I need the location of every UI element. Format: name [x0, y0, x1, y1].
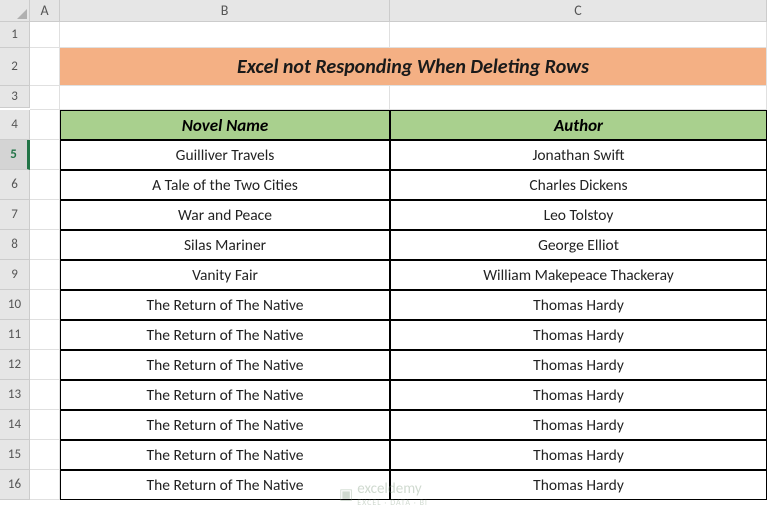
cell-a1[interactable]	[30, 22, 60, 48]
cell-b1[interactable]	[60, 22, 390, 48]
cell-a3[interactable]	[30, 86, 60, 110]
row-header-3[interactable]: 3	[0, 86, 30, 108]
cell-a8[interactable]	[30, 230, 60, 260]
table-cell-author[interactable]: Jonathan Swift	[390, 140, 767, 170]
row-header-5[interactable]: 5	[0, 140, 30, 170]
table-cell-novel[interactable]: The Return of The Native	[60, 350, 390, 380]
table-cell-author[interactable]: George Elliot	[390, 230, 767, 260]
table-cell-author[interactable]: Leo Tolstoy	[390, 200, 767, 230]
row-header-4[interactable]: 4	[0, 110, 30, 140]
cell-a2[interactable]	[30, 48, 60, 86]
table-cell-novel[interactable]: The Return of The Native	[60, 440, 390, 470]
cell-a11[interactable]	[30, 320, 60, 350]
row-header-2[interactable]: 2	[0, 48, 30, 86]
table-cell-novel[interactable]: Silas Mariner	[60, 230, 390, 260]
table-cell-novel[interactable]: Vanity Fair	[60, 260, 390, 290]
col-header-a[interactable]: A	[30, 0, 60, 22]
table-cell-author[interactable]: William Makepeace Thackeray	[390, 260, 767, 290]
row-header-11[interactable]: 11	[0, 320, 30, 350]
row-header-15[interactable]: 15	[0, 440, 30, 470]
table-cell-author[interactable]: Charles Dickens	[390, 170, 767, 200]
table-cell-novel[interactable]: Guilliver Travels	[60, 140, 390, 170]
cell-c1[interactable]	[390, 22, 767, 48]
cell-a16[interactable]	[30, 470, 60, 500]
table-cell-novel[interactable]: The Return of The Native	[60, 290, 390, 320]
table-cell-author[interactable]: Thomas Hardy	[390, 320, 767, 350]
cell-a15[interactable]	[30, 440, 60, 470]
table-cell-author[interactable]: Thomas Hardy	[390, 440, 767, 470]
table-cell-author[interactable]: Thomas Hardy	[390, 470, 767, 500]
cell-a7[interactable]	[30, 200, 60, 230]
row-header-16[interactable]: 16	[0, 470, 30, 500]
table-cell-novel[interactable]: The Return of The Native	[60, 470, 390, 500]
cell-c3[interactable]	[390, 86, 767, 110]
table-cell-novel[interactable]: War and Peace	[60, 200, 390, 230]
col-header-b[interactable]: B	[60, 0, 390, 22]
row-header-10[interactable]: 10	[0, 290, 30, 320]
row-header-6[interactable]: 6	[0, 170, 30, 200]
table-cell-author[interactable]: Thomas Hardy	[390, 410, 767, 440]
row-header-1[interactable]: 1	[0, 22, 30, 48]
table-header-novel[interactable]: Novel Name	[60, 110, 390, 140]
cell-b3[interactable]	[60, 86, 390, 110]
title-cell[interactable]: Excel not Responding When Deleting Rows	[60, 48, 767, 86]
cell-a13[interactable]	[30, 380, 60, 410]
cell-a6[interactable]	[30, 170, 60, 200]
cell-a14[interactable]	[30, 410, 60, 440]
table-cell-author[interactable]: Thomas Hardy	[390, 380, 767, 410]
cell-a5[interactable]	[30, 140, 60, 170]
row-header-9[interactable]: 9	[0, 260, 30, 290]
table-cell-novel[interactable]: The Return of The Native	[60, 380, 390, 410]
row-header-13[interactable]: 13	[0, 380, 30, 410]
cell-a9[interactable]	[30, 260, 60, 290]
row-header-7[interactable]: 7	[0, 200, 30, 230]
spreadsheet-grid: A B C 1 2 Excel not Responding When Dele…	[0, 0, 767, 500]
table-cell-novel[interactable]: The Return of The Native	[60, 410, 390, 440]
table-cell-novel[interactable]: A Tale of the Two Cities	[60, 170, 390, 200]
row-header-12[interactable]: 12	[0, 350, 30, 380]
cell-a4[interactable]	[30, 110, 60, 140]
row-header-8[interactable]: 8	[0, 230, 30, 260]
col-header-c[interactable]: C	[390, 0, 767, 22]
select-all-corner[interactable]	[0, 0, 30, 22]
cell-a10[interactable]	[30, 290, 60, 320]
row-header-14[interactable]: 14	[0, 410, 30, 440]
table-cell-novel[interactable]: The Return of The Native	[60, 320, 390, 350]
table-cell-author[interactable]: Thomas Hardy	[390, 290, 767, 320]
table-header-author[interactable]: Author	[390, 110, 767, 140]
cell-a12[interactable]	[30, 350, 60, 380]
table-cell-author[interactable]: Thomas Hardy	[390, 350, 767, 380]
